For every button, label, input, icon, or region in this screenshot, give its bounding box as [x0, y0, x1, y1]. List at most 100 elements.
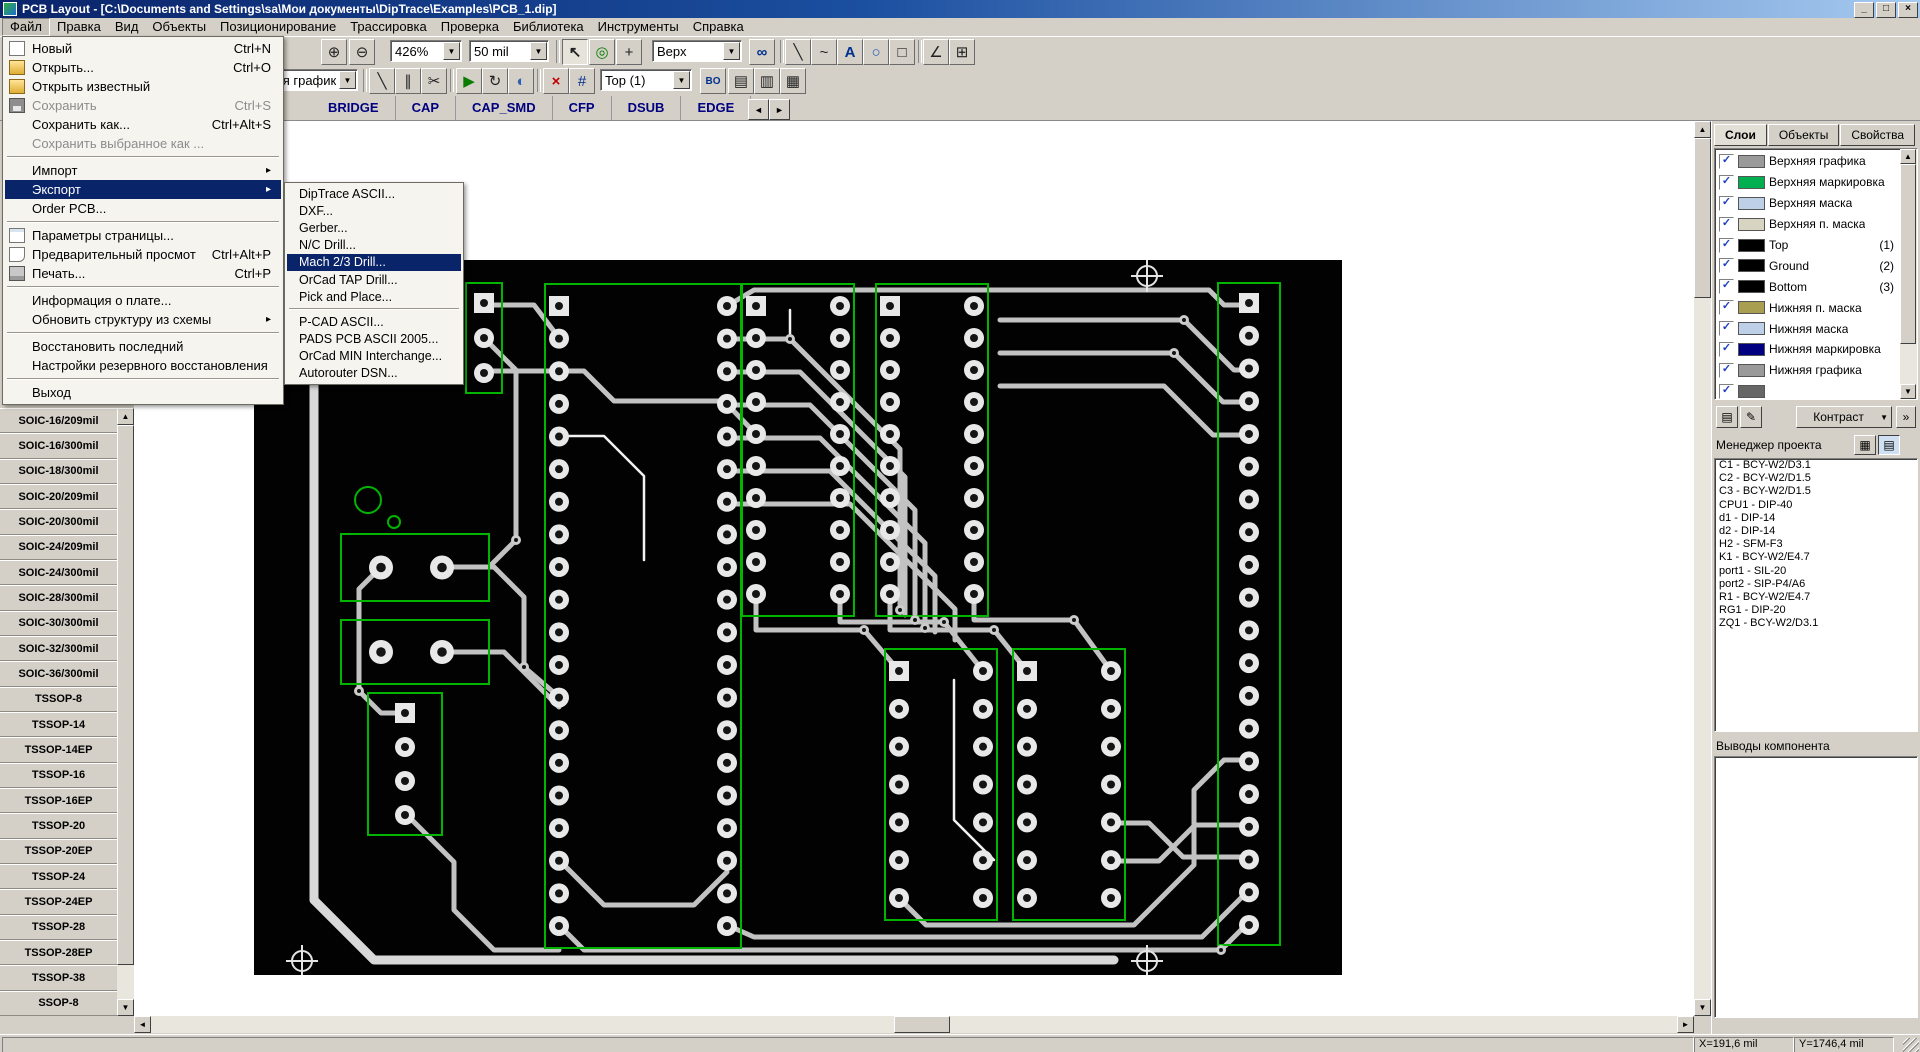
- layer-row[interactable]: ✓ Нижняя маркировка: [1717, 339, 1898, 360]
- component-item[interactable]: C3 - BCY-W2/D1.5: [1715, 485, 1917, 498]
- menubar-item[interactable]: Объекты: [145, 19, 213, 35]
- footprint-item[interactable]: TSSOP-24: [0, 863, 117, 890]
- layer-row[interactable]: ✓ Верхняя графика: [1717, 151, 1898, 172]
- menubar-item[interactable]: Библиотека: [506, 19, 591, 35]
- footprint-item[interactable]: TSSOP-14EP: [0, 737, 117, 763]
- table-button[interactable]: ⊞: [949, 39, 975, 65]
- scroll-thumb[interactable]: [117, 425, 134, 965]
- layer-visibility-checkbox[interactable]: ✓: [1719, 216, 1734, 232]
- menu-item[interactable]: N/C Drill...: [287, 237, 461, 254]
- menubar-item[interactable]: Вид: [108, 19, 146, 35]
- footprint-item[interactable]: SOIC-24/300mil: [0, 559, 117, 586]
- layers-scrollbar[interactable]: ▲ ▼: [1900, 149, 1917, 399]
- menu-item[interactable]: Предварительный просмотр... Ctrl+Alt+P: [5, 245, 281, 264]
- footprint-item[interactable]: TSSOP-16EP: [0, 787, 117, 814]
- layer-visibility-checkbox[interactable]: ✓: [1719, 279, 1734, 295]
- scroll-down-button[interactable]: ▼: [1900, 384, 1916, 399]
- tabs-scroll-right-button[interactable]: ►: [769, 99, 790, 120]
- footprint-item[interactable]: SOIC-20/300mil: [0, 509, 117, 535]
- layer-row[interactable]: ✓ Bottom (3): [1717, 276, 1898, 297]
- menu-item[interactable]: Autorouter DSN...: [287, 365, 461, 382]
- place-text-button[interactable]: A: [837, 39, 863, 65]
- draw-spline-button[interactable]: ~: [811, 39, 837, 65]
- menu-item[interactable]: Сохранить Ctrl+S: [5, 96, 281, 115]
- library-tab[interactable]: EDGE: [681, 96, 752, 120]
- menu-item[interactable]: Открыть... Ctrl+O: [5, 58, 281, 77]
- route-bus-button[interactable]: ∥: [395, 68, 421, 94]
- menu-item[interactable]: Выход: [5, 383, 281, 402]
- menu-item[interactable]: Gerber...: [287, 219, 461, 236]
- scroll-right-button[interactable]: ►: [1677, 1016, 1694, 1033]
- menu-item[interactable]: OrCad MIN Interchange...: [287, 348, 461, 365]
- layer-visibility-checkbox[interactable]: ✓: [1719, 362, 1734, 378]
- chevron-down-icon[interactable]: ▼: [723, 42, 740, 60]
- update-ratlines-button[interactable]: ↻: [482, 68, 508, 94]
- component-item[interactable]: ZQ1 - BCY-W2/D3.1: [1715, 617, 1917, 630]
- close-button[interactable]: ×: [1898, 2, 1918, 18]
- view-mode-2-button[interactable]: ▥: [754, 68, 780, 94]
- library-tab[interactable]: DSUB: [612, 96, 682, 120]
- place-pad-button[interactable]: ◎: [589, 39, 615, 65]
- layer-visibility-checkbox[interactable]: ✓: [1719, 174, 1734, 190]
- chevron-down-icon[interactable]: ▼: [339, 71, 356, 89]
- footprint-item[interactable]: TSSOP-28EP: [0, 939, 117, 966]
- menubar-item[interactable]: Справка: [686, 19, 751, 35]
- drc-button[interactable]: ×: [543, 68, 569, 94]
- layer-edit-button[interactable]: ✎: [1740, 406, 1762, 428]
- menu-item[interactable]: Параметры страницы...: [5, 226, 281, 245]
- library-tab[interactable]: CAP_SMD: [456, 96, 553, 120]
- layer-visibility-checkbox[interactable]: ✓: [1719, 300, 1734, 316]
- scroll-thumb[interactable]: [1694, 138, 1711, 298]
- draw-ellipse-button[interactable]: ○: [863, 39, 889, 65]
- layer-visibility-checkbox[interactable]: ✓: [1719, 195, 1734, 211]
- view-mode-1-button[interactable]: ▤: [728, 68, 754, 94]
- select-tool-button[interactable]: ↖: [562, 39, 588, 65]
- footprint-item[interactable]: SOIC-32/300mil: [0, 635, 117, 662]
- board-side-combobox[interactable]: Верх ▼: [652, 40, 742, 62]
- footprint-item[interactable]: SOIC-16/300mil: [0, 433, 117, 459]
- footprint-item[interactable]: SSOP-8: [0, 990, 117, 1016]
- route-trace-button[interactable]: ╲: [369, 68, 395, 94]
- layer-visibility-checkbox[interactable]: ✓: [1719, 383, 1734, 399]
- layer-row[interactable]: ✓ Нижняя графика: [1717, 360, 1898, 381]
- menu-item[interactable]: Настройки резервного восстановления: [5, 356, 281, 375]
- menu-item[interactable]: Восстановить последний: [5, 337, 281, 356]
- menu-item[interactable]: Mach 2/3 Drill...: [287, 253, 461, 271]
- component-item[interactable]: RG1 - DIP-20: [1715, 604, 1917, 617]
- layer-visibility-checkbox[interactable]: ✓: [1719, 341, 1734, 357]
- menubar-item[interactable]: Проверка: [434, 19, 506, 35]
- footprint-item[interactable]: TSSOP-8: [0, 686, 117, 712]
- footprint-item[interactable]: SOIC-28/300mil: [0, 585, 117, 611]
- project-view-list-button[interactable]: ▤: [1878, 435, 1900, 455]
- project-view-table-button[interactable]: ▦: [1854, 435, 1876, 455]
- measure-button[interactable]: ∠: [923, 39, 949, 65]
- layer-row[interactable]: ✓: [1717, 381, 1898, 399]
- panel-collapse-button[interactable]: »: [1896, 406, 1916, 428]
- footprint-item[interactable]: SOIC-36/300mil: [0, 661, 117, 687]
- layer-row[interactable]: ✓ Top (1): [1717, 235, 1898, 256]
- tabs-scroll-left-button[interactable]: ◄: [748, 99, 769, 120]
- search-button[interactable]: ∞: [749, 39, 775, 65]
- footprint-item[interactable]: SOIC-18/300mil: [0, 458, 117, 484]
- minimize-button[interactable]: _: [1854, 2, 1874, 18]
- layer-visibility-checkbox[interactable]: ✓: [1719, 258, 1734, 274]
- footprint-item[interactable]: SOIC-24/209mil: [0, 534, 117, 560]
- menu-item[interactable]: Обновить структуру из схемы ▸: [5, 310, 281, 329]
- scroll-up-button[interactable]: ▲: [117, 408, 134, 425]
- menubar-item[interactable]: Инструменты: [591, 19, 686, 35]
- footprint-item[interactable]: TSSOP-20EP: [0, 838, 117, 864]
- menubar-item[interactable]: Трассировка: [343, 19, 434, 35]
- zoom-combobox[interactable]: 426% ▼: [390, 40, 462, 62]
- component-item[interactable]: port2 - SIP-P4/A6: [1715, 578, 1917, 591]
- component-item[interactable]: d1 - DIP-14: [1715, 512, 1917, 525]
- menubar-item[interactable]: Позиционирование: [213, 19, 343, 35]
- canvas-vscrollbar[interactable]: ▲ ▼: [1694, 121, 1711, 1016]
- layer-row[interactable]: ✓ Нижняя п. маска: [1717, 297, 1898, 318]
- menu-item[interactable]: OrCad TAP Drill...: [287, 271, 461, 288]
- menu-item[interactable]: Печать... Ctrl+P: [5, 264, 281, 283]
- footprint-item[interactable]: SOIC-30/300mil: [0, 610, 117, 636]
- library-tab[interactable]: CAP: [396, 96, 457, 120]
- scroll-thumb[interactable]: [894, 1016, 950, 1033]
- menu-item[interactable]: DipTrace ASCII...: [287, 185, 461, 202]
- menu-item[interactable]: Открыть известный: [5, 77, 281, 96]
